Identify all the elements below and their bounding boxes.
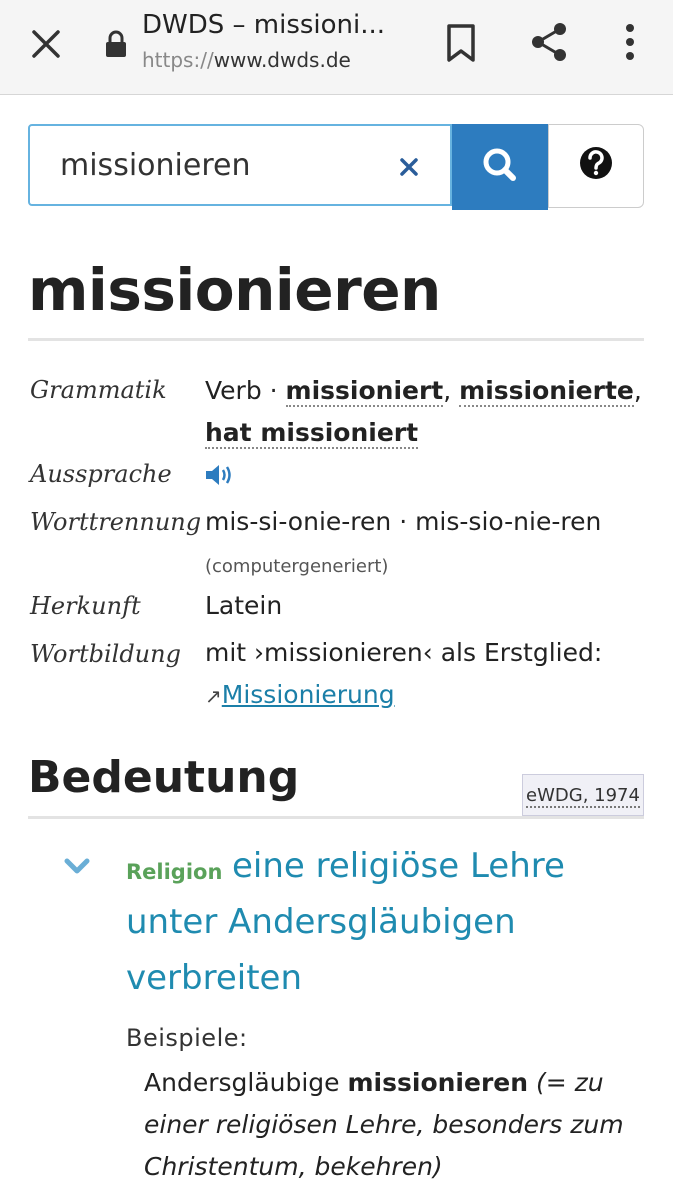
definition-line: eine religiöse Lehre <box>232 846 565 886</box>
url-scheme: https:// <box>142 48 214 72</box>
worttrennung-value: mis-si-onie-ren · mis-sio-nie-ren <box>205 507 602 536</box>
form-link[interactable]: hat missioniert <box>205 418 419 449</box>
overflow-menu-icon[interactable] <box>616 20 644 64</box>
search-bar: missionieren <box>28 124 644 210</box>
herkunft-label: Herkunft <box>30 592 141 620</box>
domain-tag: Religion <box>126 860 223 884</box>
source-badge[interactable]: eWDG, 1974 <box>522 774 644 816</box>
url-host: www.dwds.de <box>213 48 351 72</box>
example-gloss: Christentum, bekehren) <box>144 1152 443 1181</box>
herkunft-value: Latein <box>205 591 283 620</box>
aussprache-label: Aussprache <box>30 460 172 488</box>
form-link[interactable]: missionierte <box>459 376 634 407</box>
grammatik-value-cont: hat missioniert <box>205 418 419 449</box>
form-link[interactable]: missioniert <box>285 376 444 407</box>
separator: , <box>443 376 460 405</box>
clear-icon[interactable] <box>396 154 422 180</box>
question-circle-icon <box>580 147 612 179</box>
divider <box>28 816 644 819</box>
example-line: einer religiösen Lehre, besonders zum <box>144 1110 624 1139</box>
search-input[interactable]: missionieren <box>28 124 452 206</box>
bookmark-icon[interactable] <box>444 22 478 64</box>
separator: , <box>633 376 642 405</box>
arrow-icon: ↗ <box>205 684 222 708</box>
search-button[interactable] <box>452 124 548 210</box>
pos-text: Verb · <box>205 376 286 405</box>
divider <box>28 338 644 341</box>
section-title-bedeutung: Bedeutung <box>28 752 300 803</box>
example-keyword: missionieren <box>347 1068 529 1097</box>
url-display[interactable]: https://www.dwds.de <box>142 48 351 72</box>
example-line: Andersgläubige missionieren (= zu <box>144 1068 604 1097</box>
example-text: Andersgläubige <box>144 1068 348 1097</box>
beispiele-text: Beispiele: <box>126 1024 248 1052</box>
grammatik-label: Grammatik <box>30 376 167 404</box>
help-button[interactable] <box>548 124 644 208</box>
lock-icon <box>104 30 128 58</box>
browser-toolbar: DWDS – missioni... https://www.dwds.de <box>0 0 673 95</box>
wortbildung-value: mit ›missionieren‹ als Erstglied: <box>205 638 603 667</box>
missionierung-link[interactable]: Missionierung <box>222 680 395 709</box>
worttrennung-note: (computergeneriert) <box>205 556 389 577</box>
source-text: eWDG, 1974 <box>526 785 640 808</box>
share-icon[interactable] <box>528 20 572 64</box>
grammatik-value: Verb · missioniert, missionierte, <box>205 376 642 407</box>
page-title[interactable]: DWDS – missioni... <box>142 10 385 40</box>
definition-line: verbreiten <box>126 958 302 998</box>
example-gloss: einer religiösen Lehre, besonders zum <box>144 1110 624 1139</box>
wortbildung-link-row: ↗Missionierung <box>205 680 395 709</box>
headword: missionieren <box>28 256 441 324</box>
beispiele-label: Beispiele: <box>126 1024 248 1052</box>
example-gloss: (= zu <box>528 1068 604 1097</box>
close-icon[interactable] <box>24 22 68 66</box>
search-input-value[interactable]: missionieren <box>60 148 250 183</box>
search-icon <box>483 148 516 181</box>
example-line: Christentum, bekehren) <box>144 1152 443 1181</box>
worttrennung-label: Worttrennung <box>30 508 202 536</box>
chevron-down-icon[interactable] <box>64 858 90 876</box>
definition-line: unter Andersgläubigen <box>126 902 516 942</box>
speaker-icon[interactable] <box>204 462 236 488</box>
wortbildung-label: Wortbildung <box>30 640 181 668</box>
